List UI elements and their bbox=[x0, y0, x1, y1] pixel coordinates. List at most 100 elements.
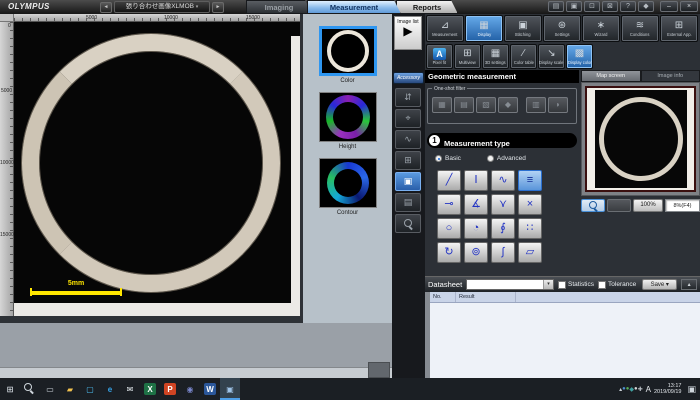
ribbon-button-measurement[interactable]: ⊿ Measurement bbox=[426, 15, 464, 42]
next-image-button[interactable]: ► bbox=[212, 2, 224, 13]
image-name-dropdown[interactable]: 張り合わせ画像XLMOB ▾ bbox=[114, 1, 210, 13]
titlebar-icon-capture[interactable]: ⊡ bbox=[584, 1, 600, 12]
ribbon-button-3d-settings[interactable]: ▦ 3D settings bbox=[482, 44, 509, 69]
taskbar-app-start[interactable]: ⊞ bbox=[0, 378, 20, 400]
panel-resize-button[interactable] bbox=[368, 362, 390, 378]
checkbox-icon[interactable] bbox=[558, 281, 566, 289]
thumbnail-contour[interactable]: Contour bbox=[315, 158, 381, 216]
ribbon-button-settings[interactable]: ⊛ Settings bbox=[543, 15, 581, 42]
datasheet-filter-combo[interactable]: ▾ bbox=[466, 279, 554, 290]
taskbar-app-stream-app[interactable]: ▣ bbox=[220, 378, 240, 400]
accessory-button-2d-3d-switch[interactable]: ⇵ bbox=[395, 88, 421, 107]
ribbon-button-stitching[interactable]: ▣ Stitching bbox=[504, 15, 542, 42]
taskbar-app-excel[interactable]: X bbox=[140, 378, 160, 400]
tool-circle-radius[interactable]: ◔ bbox=[464, 218, 488, 239]
accessory-button-profile-tool[interactable]: ∿ bbox=[395, 130, 421, 149]
map-tab-map-screen[interactable]: Map screen bbox=[581, 70, 641, 82]
ribbon-button-color-table[interactable]: ∕ Color table bbox=[510, 44, 537, 69]
mode-radio-advanced[interactable]: Advanced bbox=[487, 155, 526, 162]
tool-line[interactable]: ╱ bbox=[437, 170, 461, 191]
tool-polygon[interactable]: ▱ bbox=[518, 242, 542, 263]
thumbnail-height[interactable]: Height bbox=[315, 92, 381, 150]
ribbon-button-display[interactable]: ▦ Display bbox=[465, 15, 503, 42]
zoom-100-button[interactable]: 100% bbox=[633, 199, 663, 212]
taskbar-app-search[interactable] bbox=[20, 378, 40, 400]
checkbox-tolerance[interactable]: Tolerance bbox=[598, 281, 636, 289]
one-shot-filter-button-filter-5[interactable]: ▥ bbox=[526, 97, 546, 113]
tool-open-spline[interactable]: ∫ bbox=[491, 242, 515, 263]
taskbar-clock[interactable]: 13:17 2019/09/19 bbox=[654, 383, 682, 396]
accessory-button-crop-tool[interactable]: ⊞ bbox=[395, 151, 421, 170]
ime-indicator[interactable]: A bbox=[646, 385, 651, 394]
action-center-icon[interactable]: ▣ bbox=[687, 384, 696, 395]
tool-concentric-circles[interactable]: ⊚ bbox=[464, 242, 488, 263]
accessory-button-zoom-tool[interactable] bbox=[395, 214, 421, 233]
ribbon-button-wizard[interactable]: ∗ Wizard bbox=[582, 15, 620, 42]
map-pan-button[interactable] bbox=[607, 199, 631, 212]
titlebar-icon-login-key[interactable]: ◆ bbox=[638, 1, 654, 12]
thumbnail-color[interactable]: Color bbox=[315, 26, 381, 84]
tool-point-to-line[interactable]: ⊸ bbox=[437, 194, 461, 215]
image-list-button[interactable]: Image list ▶ bbox=[394, 16, 422, 50]
one-shot-filter-button-filter-6[interactable]: ◗ bbox=[548, 97, 568, 113]
tool-angle-4-points[interactable]: × bbox=[518, 194, 542, 215]
taskbar-app-mail[interactable]: ✉ bbox=[120, 378, 140, 400]
tool-icon: ∮ bbox=[500, 222, 506, 234]
tool-circle-arc[interactable]: ↻ bbox=[437, 242, 461, 263]
map-preview[interactable] bbox=[585, 86, 696, 192]
one-shot-filter-button-filter-4[interactable]: ◆ bbox=[498, 97, 518, 113]
tool-angle[interactable]: ∡ bbox=[464, 194, 488, 215]
tool-angle-3-lines[interactable]: ⋎ bbox=[491, 194, 515, 215]
titlebar-icon-tools[interactable]: ⊠ bbox=[602, 1, 618, 12]
zoom-level-field[interactable]: 8%(F4) bbox=[665, 199, 700, 212]
one-shot-filter-button-filter-2[interactable]: ▤ bbox=[454, 97, 474, 113]
titlebar-icon-help[interactable]: ? bbox=[620, 1, 636, 12]
ribbon-button-external-app[interactable]: ⊞ External App. bbox=[660, 15, 698, 42]
ribbon-button-conditions[interactable]: ≋ Conditions bbox=[621, 15, 659, 42]
ribbon-button-multiview[interactable]: ⊞ Multiview bbox=[454, 44, 481, 69]
collapse-panel-button[interactable]: ▴ bbox=[681, 279, 697, 290]
ribbon-label: Stitching bbox=[515, 32, 531, 37]
titlebar-icon-save[interactable]: ▣ bbox=[566, 1, 582, 12]
tab-measurement[interactable]: Measurement bbox=[307, 0, 401, 14]
taskbar-app-task-view[interactable]: ▭ bbox=[40, 378, 60, 400]
mode-radio-basic[interactable]: Basic bbox=[435, 155, 461, 162]
ribbon-button-pixel-fit[interactable]: A Pixel fit bbox=[426, 44, 453, 69]
ribbon-button-display-scale[interactable]: ↘ Display scale bbox=[538, 44, 565, 69]
checkbox-icon[interactable] bbox=[598, 281, 606, 289]
tab-reports[interactable]: Reports bbox=[396, 0, 458, 14]
column-header-no[interactable]: No. bbox=[430, 292, 456, 302]
accessory-button-image-view[interactable]: ▣ bbox=[395, 172, 421, 191]
accessory-button-page-tool[interactable]: ▤ bbox=[395, 193, 421, 212]
chevron-down-icon[interactable]: ▾ bbox=[543, 280, 553, 289]
taskbar-app-file-explorer[interactable]: ▰ bbox=[60, 378, 80, 400]
tool-polyline[interactable]: ∿ bbox=[491, 170, 515, 191]
ribbon-button-display-color[interactable]: ▩ Display color bbox=[566, 44, 593, 69]
one-shot-filter-button-filter-3[interactable]: ▧ bbox=[476, 97, 496, 113]
map-zoom-button[interactable] bbox=[581, 199, 605, 212]
save-button[interactable]: Save ▾ bbox=[642, 279, 677, 290]
checkbox-statistics[interactable]: Statistics bbox=[558, 281, 594, 289]
minimize-button[interactable]: – bbox=[660, 1, 678, 12]
tool-point-count[interactable]: ∷ bbox=[518, 218, 542, 239]
tool-parallel-distance[interactable]: Ⅰ bbox=[464, 170, 488, 191]
close-button[interactable]: × bbox=[680, 1, 698, 12]
tool-closed-spline[interactable]: ∮ bbox=[491, 218, 515, 239]
taskbar-app-store[interactable]: ▢ bbox=[80, 378, 100, 400]
tool-circle-3-point[interactable]: ○ bbox=[437, 218, 461, 239]
taskbar-app-edge[interactable]: e bbox=[100, 378, 120, 400]
taskbar-app-powerpoint[interactable]: P bbox=[160, 378, 180, 400]
accessory-panel-header[interactable]: Accessory bbox=[393, 72, 424, 84]
tray-icon-tray-plus[interactable]: ✚ bbox=[638, 386, 643, 393]
image-canvas[interactable]: 5mm bbox=[14, 22, 300, 316]
one-shot-filter-button-filter-1[interactable]: ▦ bbox=[432, 97, 452, 113]
tab-imaging[interactable]: Imaging bbox=[246, 0, 312, 14]
tool-parallel-lines[interactable]: ≡ bbox=[518, 170, 542, 191]
taskbar-app-app-blue[interactable]: ◉ bbox=[180, 378, 200, 400]
accessory-button-3d-display[interactable]: ⌖ bbox=[395, 109, 421, 128]
taskbar-app-word[interactable]: W bbox=[200, 378, 220, 400]
map-tab-image-info[interactable]: Image info bbox=[641, 70, 700, 82]
column-header-result[interactable]: Result bbox=[456, 292, 516, 302]
titlebar-icon-open[interactable]: ▤ bbox=[548, 1, 564, 12]
prev-image-button[interactable]: ◄ bbox=[100, 2, 112, 13]
